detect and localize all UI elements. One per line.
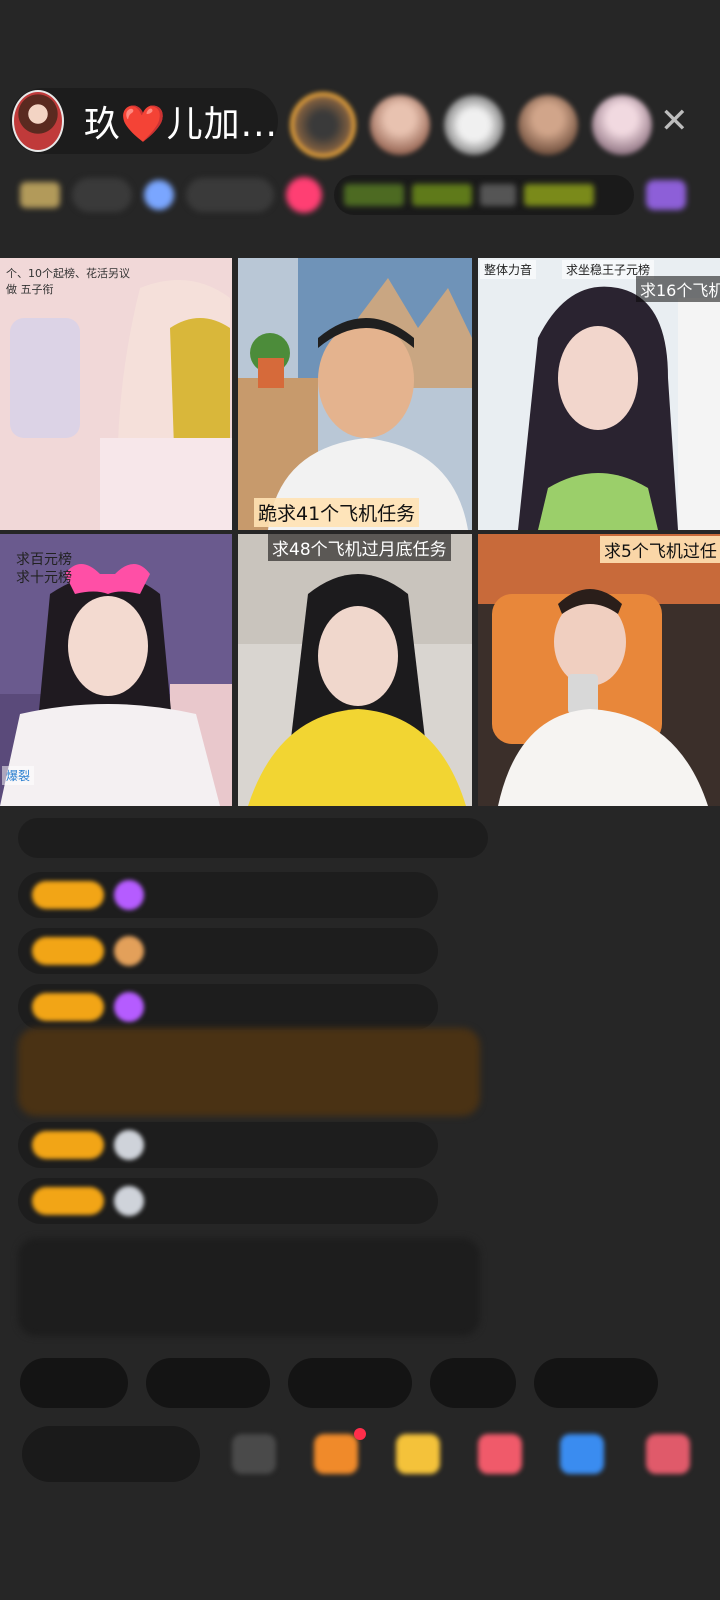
video-tile[interactable]: 求48个飞机过月底任务 [238, 534, 472, 806]
video-tile[interactable]: 跪求41个飞机任务 [238, 258, 472, 530]
task-progress-bar[interactable] [334, 175, 634, 215]
quick-reply-chip[interactable]: ​ [20, 1358, 128, 1408]
viewer-avatar[interactable] [592, 95, 652, 155]
host-avatar[interactable] [12, 90, 64, 152]
close-icon[interactable]: ✕ [660, 104, 689, 138]
tile-caption: 求48个飞机过月底任务 [268, 534, 451, 561]
chat-message[interactable]: ​ [18, 984, 438, 1030]
video-frame [238, 258, 472, 530]
chat-message[interactable]: ​ [18, 1178, 438, 1224]
wallet-icon[interactable] [560, 1434, 604, 1474]
room-info-row [20, 172, 690, 218]
chat-message[interactable]: ​ [18, 928, 438, 974]
diamond-icon [114, 992, 144, 1022]
gift-box-icon[interactable] [314, 1434, 358, 1474]
tile-caption: 求16个飞机 [636, 276, 720, 302]
rank-icon[interactable] [20, 182, 60, 208]
quick-reply-chip[interactable]: ​ [288, 1358, 412, 1408]
tile-caption: 跪求41个飞机任务 [254, 498, 420, 527]
viewer-avatar-list [290, 92, 652, 158]
multi-guest-video-grid: 个、10个起榜、花活另议 做 五子衔 跪求41个飞机任务 整体力音 求坐稳王子元… [0, 258, 720, 816]
tile-caption: 求5个飞机过任 [600, 536, 720, 563]
quick-reply-row: ​ ​ ​ ​ ​ [20, 1358, 658, 1408]
viewer-avatar[interactable] [370, 95, 430, 155]
video-tile[interactable]: 求百元榜 求十元榜 爆裂 [0, 534, 232, 806]
rank-gift-icon[interactable] [396, 1434, 440, 1474]
tile-caption: 整体力音 [480, 260, 537, 279]
chat-message[interactable]: ​ [18, 1122, 438, 1168]
video-frame [478, 534, 720, 806]
avatar [114, 1186, 144, 1216]
level-badge [32, 937, 104, 965]
tile-caption: 求十元榜 [16, 570, 72, 586]
info-chip[interactable] [72, 178, 132, 212]
host-name: 玖❤️儿加... [83, 104, 278, 145]
diamond-icon [114, 880, 144, 910]
video-tile[interactable]: 整体力音 求坐稳王子元榜 求16个飞机 [478, 258, 720, 530]
video-tile[interactable]: 个、10个起榜、花活另议 做 五子衔 [0, 258, 232, 530]
share-icon[interactable] [232, 1434, 276, 1474]
level-badge [32, 1131, 104, 1159]
tile-caption: 爆裂 [2, 766, 35, 785]
chat-message-highlight[interactable] [18, 1028, 480, 1116]
viewer-avatar[interactable] [518, 95, 578, 155]
level-badge [32, 1187, 104, 1215]
video-frame [0, 258, 232, 530]
viewer-avatar[interactable] [290, 92, 356, 158]
quick-reply-chip[interactable]: ​ [146, 1358, 270, 1408]
quick-reply-chip[interactable]: ​ [430, 1358, 516, 1408]
bottom-action-bar: ​ [0, 1424, 720, 1484]
more-gift-icon[interactable] [646, 1434, 690, 1474]
heart-gift-icon[interactable] [478, 1434, 522, 1474]
tile-caption: 做 五子衔 [6, 283, 54, 296]
system-notice [18, 1238, 480, 1336]
level-badge [32, 993, 104, 1021]
video-frame [238, 534, 472, 806]
host-info-pill[interactable]: 玖❤️儿加... [10, 88, 278, 154]
activity-icon[interactable] [646, 180, 686, 210]
chat-message[interactable]: ​ [18, 818, 488, 858]
info-chip[interactable] [186, 178, 274, 212]
planet-icon[interactable] [144, 180, 174, 210]
notification-dot [354, 1428, 366, 1440]
comment-input[interactable]: ​ [22, 1426, 200, 1482]
chat-message[interactable]: ​ [18, 872, 438, 918]
gift-icon[interactable] [286, 177, 322, 213]
video-tile[interactable]: 求5个飞机过任 [478, 534, 720, 806]
fan-icon [114, 936, 144, 966]
quick-reply-chip[interactable]: ​ [534, 1358, 658, 1408]
avatar [114, 1130, 144, 1160]
level-badge [32, 881, 104, 909]
viewer-avatar[interactable] [444, 95, 504, 155]
